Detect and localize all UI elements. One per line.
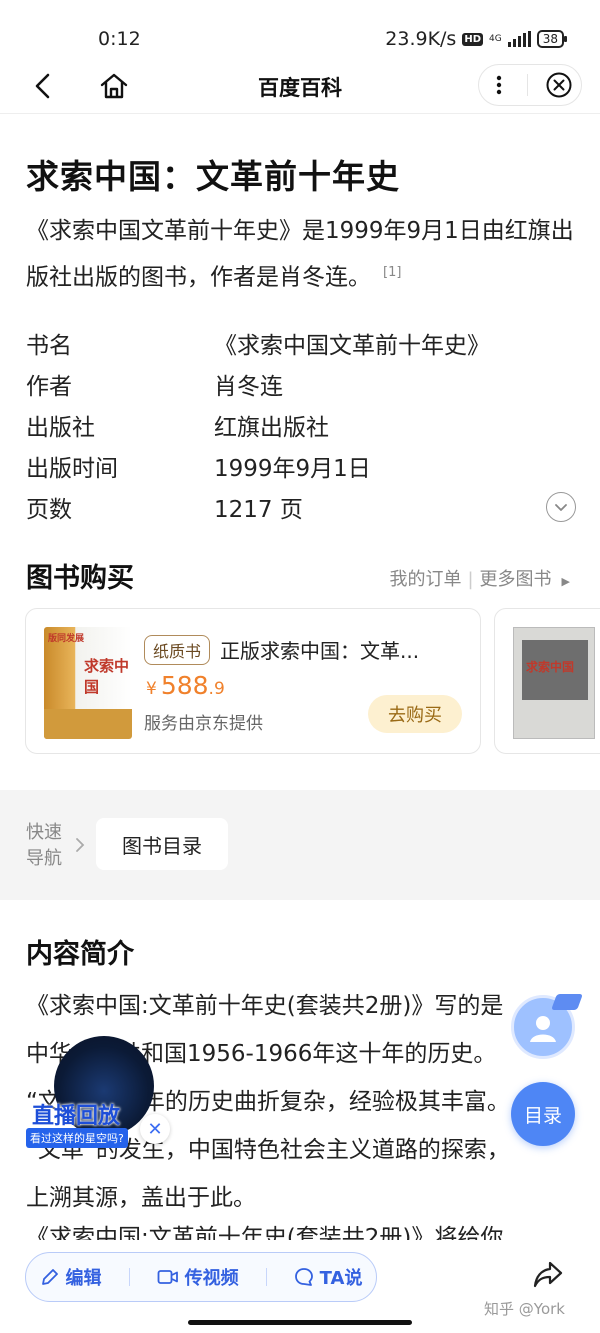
infobox-value: 红旗出版社 (214, 414, 329, 441)
cover-base (44, 709, 132, 739)
chevron-right-icon: ▶ (561, 575, 570, 588)
capsule-divider (527, 74, 529, 96)
action-pill: 编辑 传视频 TA说 (25, 1252, 377, 1302)
edit-button[interactable]: 编辑 (40, 1264, 102, 1290)
intro-text: 《求索中国文革前十年史》是1999年9月1日由红旗出版社出版的图书，作者是肖冬连… (26, 218, 574, 291)
article-title: 求索中国：文革前十年史 (26, 157, 400, 196)
summary-section-title: 内容简介 (26, 939, 134, 970)
book-cover-image-2: 求索中国 (513, 627, 595, 739)
close-icon[interactable] (545, 71, 573, 99)
cover-text-top: 版同发展 (48, 634, 85, 644)
chat-bubble-icon (294, 1268, 313, 1286)
ta-label: TA说 (319, 1268, 363, 1289)
signal-icon (507, 31, 531, 47)
chevron-right-icon (76, 838, 85, 852)
video-icon (157, 1270, 178, 1284)
infobox-key: 页数 (26, 496, 72, 523)
paper-book-tag: 纸质书 (144, 635, 211, 665)
infobox-key: 作者 (26, 373, 72, 400)
upload-video-button[interactable]: 传视频 (157, 1264, 239, 1290)
mini-app-capsule (478, 64, 582, 106)
assistant-avatar-button[interactable] (511, 994, 583, 1059)
summary-line: 《求索中国:文革前十年史(套装共2册)》写的是 (26, 993, 504, 1019)
service-provider: 服务由京东提供 (144, 714, 263, 734)
infobox-row: 出版社 红旗出版社 (26, 404, 576, 445)
quick-nav: 快速导航 图书目录 (0, 790, 600, 900)
cover-text-title: 求索中国 (84, 657, 130, 696)
zhihu-watermark: 知乎 @York (484, 1300, 565, 1318)
live-replay-title: 直播回放 (32, 1104, 121, 1129)
price-currency: ¥ (146, 679, 157, 699)
expand-infobox-button[interactable] (546, 492, 576, 522)
status-bar: 0:12 23.9K/s HD 4G 38 (0, 0, 600, 58)
infobox-row: 页数 1217 页 (26, 486, 576, 527)
more-books-link[interactable]: 更多图书 (480, 569, 552, 590)
product-name: 正版求索中国：文革... (220, 639, 420, 663)
quick-nav-label-line1: 快速 (26, 822, 62, 843)
more-icon[interactable] (487, 73, 511, 97)
chevron-down-icon (555, 504, 567, 511)
live-close-icon[interactable]: ✕ (140, 1114, 170, 1144)
edit-label: 编辑 (65, 1268, 102, 1289)
infobox-value: 1217 页 (214, 496, 303, 523)
infobox-row: 书名 《求索中国文革前十年史》 (26, 322, 576, 363)
status-time: 0:12 (98, 28, 141, 50)
price-main: 588 (160, 671, 209, 700)
top-nav: 百度百科 (0, 58, 600, 114)
infobox-row: 出版时间 1999年9月1日 (26, 445, 576, 486)
live-replay-subtitle: 看过这样的星空吗? (26, 1128, 128, 1148)
quick-nav-label: 快速 导航 (26, 820, 62, 872)
quick-nav-label-line2: 导航 (26, 848, 62, 869)
book-product-card-2[interactable]: 求索中国 (494, 608, 600, 754)
ta-say-button[interactable]: TA说 (294, 1264, 363, 1290)
action-divider (128, 1268, 130, 1286)
video-label: 传视频 (184, 1268, 239, 1289)
pencil-icon (41, 1269, 58, 1285)
infobox-key: 出版社 (26, 414, 95, 441)
citation-link[interactable]: [1] (383, 265, 401, 280)
link-divider: | (467, 569, 474, 590)
infobox-key: 出版时间 (26, 455, 118, 482)
cover2-text: 求索中国 (526, 660, 575, 674)
book-cover-image: 版同发展 求索中国 (44, 627, 132, 739)
share-icon[interactable] (532, 1260, 564, 1290)
book-product-card[interactable]: 版同发展 求索中国 纸质书 正版求索中国：文革... ¥588.9 服务由京东提… (25, 608, 481, 754)
purchase-section-title: 图书购买 (26, 563, 134, 594)
home-indicator[interactable] (188, 1320, 412, 1325)
infobox-value: 1999年9月1日 (214, 455, 371, 482)
infobox-key: 书名 (26, 332, 72, 359)
book-toc-button[interactable]: 图书目录 (96, 818, 228, 870)
infobox-row: 作者 肖冬连 (26, 363, 576, 404)
toc-float-button[interactable]: 目录 (511, 1082, 575, 1146)
infobox-value: 《求索中国文革前十年史》 (214, 332, 490, 359)
avatar-icon (530, 1016, 556, 1042)
article-intro: 《求索中国文革前十年史》是1999年9月1日由红旗出版社出版的图书，作者是肖冬连… (26, 210, 576, 299)
network-speed: 23.9K/s (385, 28, 457, 50)
infobox: 书名 《求索中国文革前十年史》 作者 肖冬连 出版社 红旗出版社 出版时间 1999年9… (26, 322, 576, 527)
hd-badge: HD (462, 32, 484, 46)
purchase-links: 我的订单 | 更多图书 ▶ (389, 565, 570, 591)
status-indicators: 23.9K/s HD 4G 38 (385, 28, 568, 50)
buy-button[interactable]: 去购买 (368, 695, 462, 733)
my-orders-link[interactable]: 我的订单 (389, 569, 461, 590)
infobox-value: 肖冬连 (214, 373, 283, 400)
product-price: ¥588.9 (146, 671, 225, 700)
live-replay-widget[interactable]: 直播回放 看过这样的星空吗? ✕ (24, 1036, 174, 1150)
bottom-bar: 编辑 传视频 TA说 知乎 @York (0, 1240, 600, 1333)
action-divider (265, 1268, 267, 1286)
battery-icon: 38 (536, 30, 568, 48)
price-decimal: .9 (208, 679, 225, 699)
network-type: 4G (489, 34, 502, 44)
